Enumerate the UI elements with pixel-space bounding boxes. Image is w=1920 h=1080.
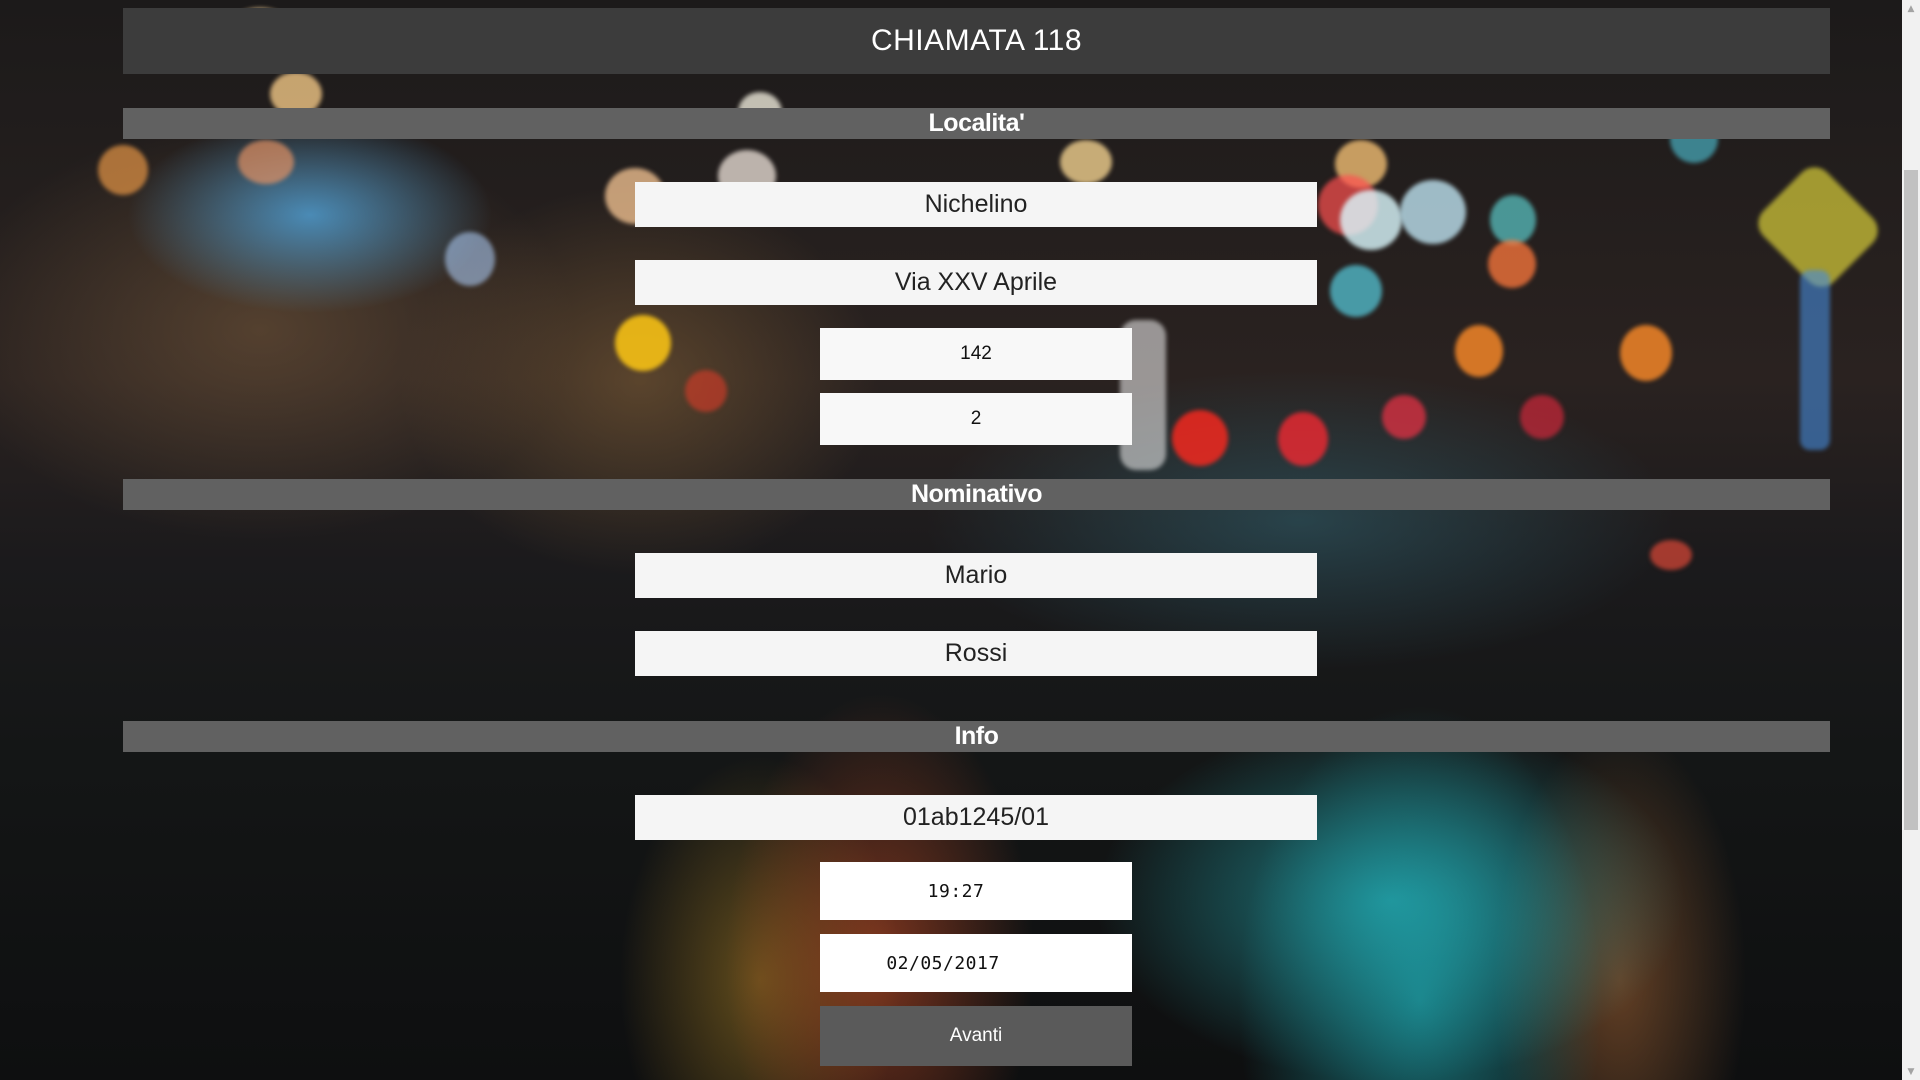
page-header: CHIAMATA 118 <box>123 8 1830 74</box>
scrollbar-thumb[interactable] <box>1904 170 1918 830</box>
street-field[interactable] <box>635 260 1317 305</box>
time-value: 19:27 <box>927 880 985 902</box>
next-button[interactable]: Avanti <box>820 1006 1132 1066</box>
date-field[interactable]: 02/05/2017 <box>820 934 1132 992</box>
vertical-scrollbar[interactable]: ▲ ▼ <box>1902 0 1920 1080</box>
section-title-localita: Localita' <box>928 109 1025 137</box>
floor-field[interactable] <box>820 393 1132 445</box>
civic-number-field[interactable] <box>820 328 1132 380</box>
scroll-up-arrow-icon[interactable]: ▲ <box>1902 0 1920 17</box>
first-name-field[interactable] <box>635 553 1317 598</box>
last-name-field[interactable] <box>635 631 1317 676</box>
section-nominativo: Nominativo <box>123 479 1830 510</box>
call-code-field[interactable] <box>635 795 1317 840</box>
page-title: CHIAMATA 118 <box>870 24 1083 57</box>
time-field[interactable]: 19:27 <box>820 862 1132 920</box>
section-title-nominativo: Nominativo <box>910 480 1043 508</box>
date-value: 02/05/2017 <box>886 952 1000 974</box>
scroll-down-arrow-icon[interactable]: ▼ <box>1902 1063 1920 1080</box>
section-localita: Localita' <box>123 108 1830 139</box>
city-field[interactable] <box>635 182 1317 227</box>
section-title-info: Info <box>954 722 999 750</box>
section-info: Info <box>123 721 1830 752</box>
